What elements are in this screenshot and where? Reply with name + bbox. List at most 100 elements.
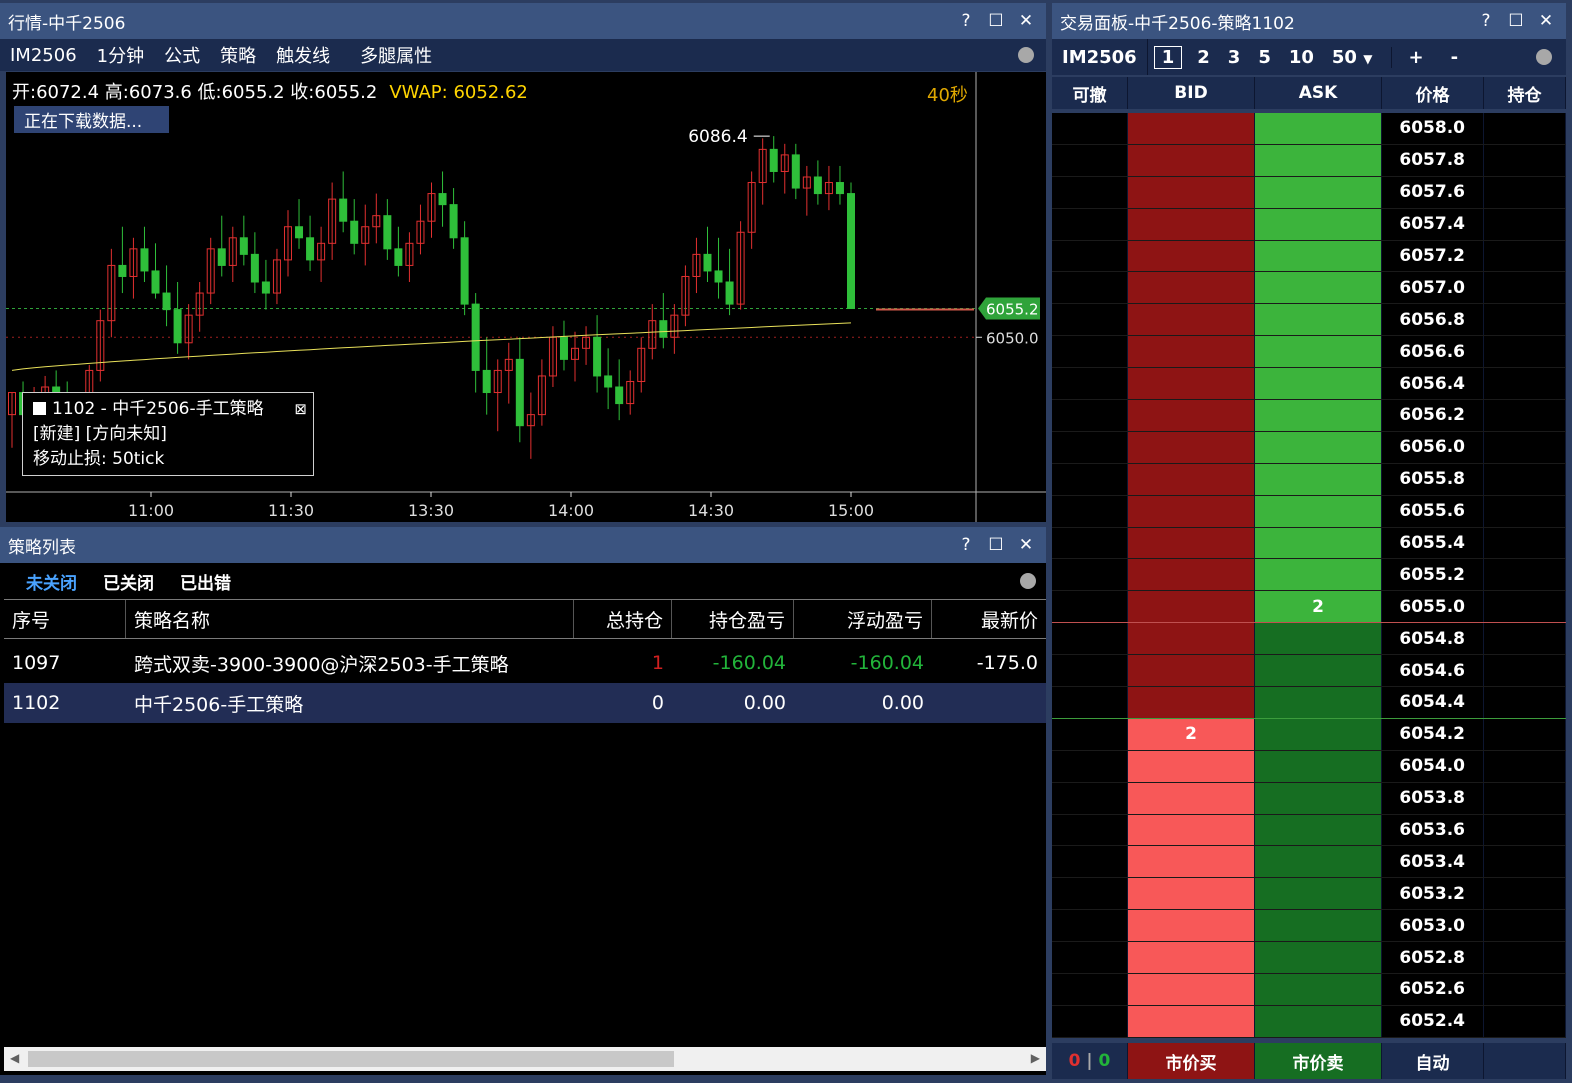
dom-ask-cell[interactable] xyxy=(1255,144,1382,176)
dom-ask-cell[interactable]: 2 xyxy=(1255,591,1382,623)
strategy-window-titlebar[interactable]: 策略列表 ? ☐ ✕ xyxy=(0,527,1046,563)
tab-error[interactable]: 已出错 xyxy=(180,569,231,594)
dom-row[interactable]: 6053.8 xyxy=(1052,782,1566,815)
qty-option-5[interactable]: 5 xyxy=(1249,47,1280,68)
symbol-button[interactable]: IM2506 xyxy=(0,45,87,66)
dom-ask-cell[interactable] xyxy=(1255,431,1382,463)
table-row[interactable]: 1097 跨式双卖-3900-3900@沪深2503-手工策略 1 -160.0… xyxy=(4,643,1046,683)
dom-bid-cell[interactable] xyxy=(1128,814,1255,846)
dom-bid-cell[interactable] xyxy=(1128,272,1255,304)
dom-row[interactable]: 6056.4 xyxy=(1052,368,1566,401)
dom-row[interactable]: 6055.2 xyxy=(1052,559,1566,592)
dom-bid-cell[interactable] xyxy=(1128,846,1255,878)
dom-bid-cell[interactable]: 2 xyxy=(1128,718,1255,750)
dom-ask-cell[interactable] xyxy=(1255,814,1382,846)
dom-ask-cell[interactable] xyxy=(1255,750,1382,782)
help-button[interactable]: ? xyxy=(958,11,974,31)
dom-ask-cell[interactable] xyxy=(1255,304,1382,336)
dom-row[interactable]: 6054.4 xyxy=(1052,687,1566,719)
horizontal-scrollbar[interactable]: ◀ ▶ xyxy=(4,1047,1046,1071)
dom-row[interactable]: 6057.6 xyxy=(1052,176,1566,209)
dom-ask-cell[interactable] xyxy=(1255,974,1382,1005)
maximize-button[interactable]: ☐ xyxy=(988,535,1004,555)
trigger-line-button[interactable]: 触发线 xyxy=(266,42,340,68)
dom-bid-cell[interactable] xyxy=(1128,591,1255,623)
dom-bid-cell[interactable] xyxy=(1128,304,1255,336)
dom-ask-cell[interactable] xyxy=(1255,655,1382,687)
dom-ask-cell[interactable] xyxy=(1255,910,1382,942)
dom-bid-cell[interactable] xyxy=(1128,463,1255,495)
dom-ask-cell[interactable] xyxy=(1255,527,1382,559)
auto-button[interactable]: 自动 xyxy=(1382,1043,1484,1079)
dom-row[interactable]: 2 6055.0 xyxy=(1052,591,1566,624)
col-name[interactable]: 策略名称 xyxy=(126,600,574,638)
strategy-button[interactable]: 策略 xyxy=(210,42,266,68)
dom-ask-cell[interactable] xyxy=(1255,782,1382,814)
dom-ask-cell[interactable] xyxy=(1255,272,1382,304)
scroll-left-icon[interactable]: ◀ xyxy=(10,1051,19,1065)
dom-row[interactable]: 6054.8 xyxy=(1052,623,1566,656)
qty-minus-button[interactable]: - xyxy=(1433,47,1467,68)
multileg-button[interactable]: 多腿属性 xyxy=(340,42,442,68)
dom-row[interactable]: 6057.2 xyxy=(1052,240,1566,273)
dom-row[interactable]: 6058.0 xyxy=(1052,113,1566,145)
dom-ask-cell[interactable] xyxy=(1255,559,1382,591)
dom-row[interactable]: 6054.6 xyxy=(1052,655,1566,688)
dom-row[interactable]: 6053.6 xyxy=(1052,814,1566,847)
dom-row[interactable]: 6052.6 xyxy=(1052,974,1566,1006)
dom-ask-cell[interactable] xyxy=(1255,208,1382,240)
dom-bid-cell[interactable] xyxy=(1128,559,1255,591)
dom-bid-cell[interactable] xyxy=(1128,368,1255,400)
dom-row[interactable]: 6055.4 xyxy=(1052,527,1566,560)
dom-ask-cell[interactable] xyxy=(1255,336,1382,368)
dom-row[interactable]: 6053.2 xyxy=(1052,878,1566,911)
dom-bid-cell[interactable] xyxy=(1128,782,1255,814)
dom-ask-cell[interactable] xyxy=(1255,495,1382,527)
col-last[interactable]: 最新价 xyxy=(932,600,1046,638)
dom-row[interactable]: 6057.4 xyxy=(1052,208,1566,241)
dom-bid-cell[interactable] xyxy=(1128,495,1255,527)
dom-bid-cell[interactable] xyxy=(1128,208,1255,240)
dom-bid-cell[interactable] xyxy=(1128,750,1255,782)
period-button[interactable]: 1分钟 xyxy=(87,42,154,68)
market-sell-button[interactable]: 市价卖 xyxy=(1255,1043,1382,1079)
col-pos-pnl[interactable]: 持仓盈亏 xyxy=(672,600,794,638)
dom-ask-cell[interactable] xyxy=(1255,718,1382,750)
qty-option-1[interactable]: 1 xyxy=(1153,45,1183,69)
market-buy-button[interactable]: 市价买 xyxy=(1128,1043,1255,1079)
dom-row[interactable]: 6052.8 xyxy=(1052,942,1566,975)
dom-bid-cell[interactable] xyxy=(1128,910,1255,942)
dom-ask-cell[interactable] xyxy=(1255,878,1382,910)
dom-ask-cell[interactable] xyxy=(1255,1005,1382,1037)
scroll-right-icon[interactable]: ▶ xyxy=(1031,1051,1040,1065)
close-box-icon[interactable]: ⊠ xyxy=(294,397,307,422)
dom-row[interactable]: 6056.2 xyxy=(1052,400,1566,432)
dom-bid-cell[interactable] xyxy=(1128,113,1255,144)
dom-ask-cell[interactable] xyxy=(1255,687,1382,718)
col-position[interactable]: 总持仓 xyxy=(574,600,672,638)
help-button[interactable]: ? xyxy=(958,535,974,555)
dom-bid-cell[interactable] xyxy=(1128,974,1255,1005)
dom-row[interactable]: 6056.6 xyxy=(1052,336,1566,369)
dom-row[interactable]: 6055.8 xyxy=(1052,463,1566,496)
dom-bid-cell[interactable] xyxy=(1128,144,1255,176)
dom-ask-cell[interactable] xyxy=(1255,846,1382,878)
dom-bid-cell[interactable] xyxy=(1128,623,1255,655)
dom-bid-cell[interactable] xyxy=(1128,400,1255,431)
dom-bid-cell[interactable] xyxy=(1128,1005,1255,1037)
dom-ask-cell[interactable] xyxy=(1255,240,1382,272)
dom-ask-cell[interactable] xyxy=(1255,113,1382,144)
formula-button[interactable]: 公式 xyxy=(154,42,210,68)
candlestick-chart[interactable]: 6086.4 6055.2 6050.0 11:00 11:30 13:30 14:00 14… xyxy=(6,72,1046,522)
dom-row[interactable]: 6055.6 xyxy=(1052,495,1566,528)
dom-ladder[interactable]: 6058.0 6057.8 6057.6 6057.4 6057.2 6057.0 6056… xyxy=(1052,113,1566,1039)
qty-option-2[interactable]: 2 xyxy=(1188,47,1219,68)
close-button[interactable]: ✕ xyxy=(1018,11,1034,31)
qty-option-3[interactable]: 3 xyxy=(1219,47,1250,68)
dom-row[interactable]: 6056.8 xyxy=(1052,304,1566,337)
col-id[interactable]: 序号 xyxy=(4,600,126,638)
dom-bid-cell[interactable] xyxy=(1128,527,1255,559)
dom-row[interactable]: 6054.0 xyxy=(1052,750,1566,783)
close-button[interactable]: ✕ xyxy=(1538,11,1554,31)
col-float-pnl[interactable]: 浮动盈亏 xyxy=(794,600,932,638)
